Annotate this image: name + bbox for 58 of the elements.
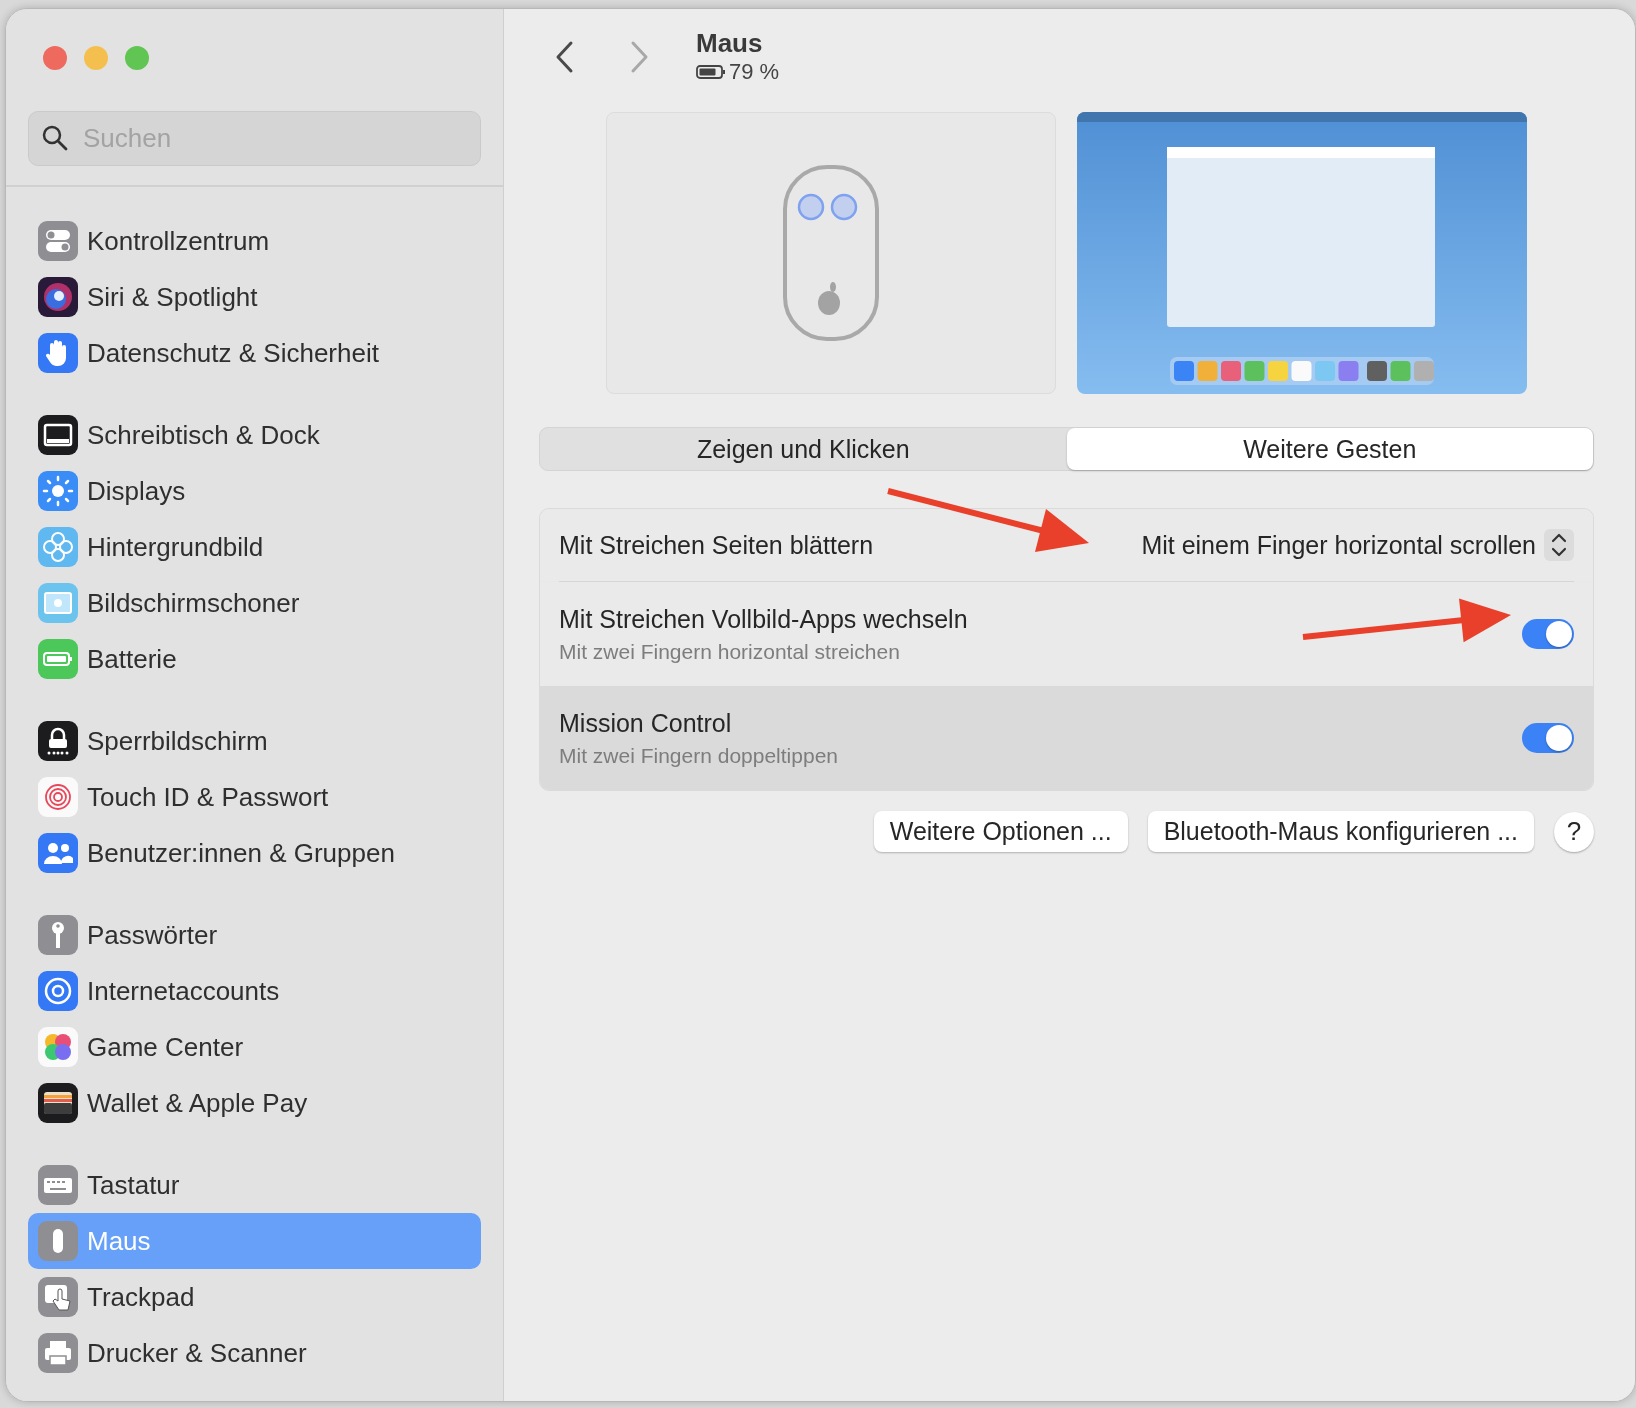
setting-label: Mission Control	[559, 708, 733, 738]
up-down-chevron-icon	[1544, 529, 1574, 561]
sidebar-item[interactable]: Sperrbildschirm	[28, 713, 481, 769]
battery-icon	[696, 64, 726, 80]
people-icon	[38, 833, 78, 873]
help-button[interactable]: ?	[1554, 811, 1594, 852]
sidebar-item[interactable]: Game Center	[28, 1019, 481, 1075]
sidebar-item[interactable]: Drucker & Scanner	[28, 1325, 481, 1381]
tab[interactable]: Zeigen und Klicken	[540, 428, 1067, 470]
sidebar-item[interactable]: Touch ID & Passwort	[28, 769, 481, 825]
sidebar-item[interactable]: Kontrollzentrum	[28, 213, 481, 269]
action-button[interactable]: Weitere Optionen ...	[873, 811, 1128, 852]
setting-description: Mit zwei Fingern doppeltippen	[559, 743, 838, 768]
toggles-icon	[38, 221, 78, 261]
pointer-hand-icon	[38, 1277, 78, 1317]
dock-icon	[38, 415, 78, 455]
sun-icon	[38, 471, 78, 511]
action-button[interactable]: Bluetooth-Maus konfigurieren ...	[1147, 811, 1534, 852]
sidebar-item[interactable]: Trackpad	[28, 1269, 481, 1325]
sidebar-item[interactable]: Siri & Spotlight	[28, 269, 481, 325]
toggle-switch[interactable]	[1522, 619, 1574, 649]
sidebar-item[interactable]: Displays	[28, 463, 481, 519]
page-title: Maus	[696, 28, 764, 59]
bubbles-icon	[38, 1027, 78, 1067]
screen-icon	[38, 583, 78, 623]
keyboard-icon	[38, 1165, 78, 1205]
sidebar-item[interactable]: Hintergrundbild	[28, 519, 481, 575]
lock-icon	[38, 721, 78, 761]
minimize-button[interactable]	[84, 46, 108, 70]
sidebar-item[interactable]: Passwörter	[28, 907, 481, 963]
battery-level: 79 %	[729, 59, 780, 85]
sidebar-item[interactable]: Batterie	[28, 631, 481, 687]
wallet-icon	[38, 1083, 78, 1123]
sidebar-item[interactable]: Schreibtisch & Dock	[28, 407, 481, 463]
sidebar-item[interactable]: Internetaccounts	[28, 963, 481, 1019]
sidebar-item[interactable]: Bildschirmschoner	[28, 575, 481, 631]
key-icon	[38, 915, 78, 955]
toggle-switch[interactable]	[1522, 723, 1574, 753]
tab[interactable]: Weitere Gesten	[1066, 428, 1593, 470]
sidebar-item[interactable]: Tastatur	[28, 1157, 481, 1213]
at-sign-icon	[38, 971, 78, 1011]
setting-label: Mit Streichen Vollbild-Apps wechseln	[559, 604, 968, 634]
setting-label: Mit Streichen Seiten blättern	[559, 530, 874, 560]
search-icon	[42, 125, 68, 151]
zoom-button[interactable]	[125, 46, 149, 70]
popup-button[interactable]: Mit einem Finger horizontal scrollen	[1141, 529, 1574, 561]
sidebar-item[interactable]: Benutzer:innen & Gruppen	[28, 825, 481, 881]
fingerprint-icon	[38, 777, 78, 817]
sidebar-item[interactable]: Wallet & Apple Pay	[28, 1075, 481, 1131]
battery-icon	[38, 639, 78, 679]
setting-description: Mit zwei Fingern horizontal streichen	[559, 639, 901, 664]
orb-icon	[38, 277, 78, 317]
printer-icon	[38, 1333, 78, 1373]
mouse-icon	[38, 1221, 78, 1261]
flower-icon	[38, 527, 78, 567]
hand-icon	[38, 333, 78, 373]
close-button[interactable]	[43, 46, 67, 70]
sidebar-item[interactable]: Datenschutz & Sicherheit	[28, 325, 481, 381]
